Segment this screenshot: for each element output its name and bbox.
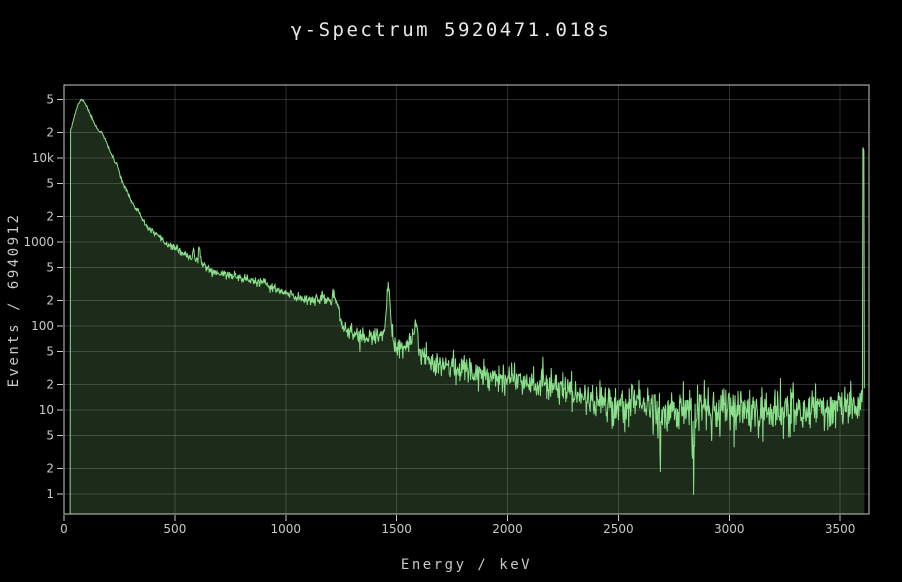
y-tick-label: 2 — [46, 294, 54, 308]
y-tick-label: 2 — [46, 126, 54, 140]
x-tick-label: 1500 — [381, 522, 412, 536]
x-tick-label: 1000 — [270, 522, 301, 536]
y-tick-label: 2 — [46, 378, 54, 392]
y-tick-label: 10k — [32, 151, 54, 165]
y-tick-label: 5 — [46, 176, 54, 190]
spectrum-plot: 0 500 1000 1500 2000 2500 3000 3500 1 2 5 10 2 5 100 2 5… — [0, 0, 902, 582]
x-axis-label: Energy / keV — [64, 557, 869, 573]
y-tick-label: 5 — [46, 428, 54, 442]
y-tick-label: 2 — [46, 462, 54, 476]
y-tick-label: 10 — [39, 403, 54, 417]
x-tick-label: 3000 — [714, 522, 745, 536]
spectrum-fill — [70, 99, 864, 514]
y-tick-label: 1 — [46, 487, 54, 501]
y-tick-label: 1000 — [23, 235, 54, 249]
x-tick-label: 3500 — [825, 522, 856, 536]
y-tick-label: 2 — [46, 210, 54, 224]
y-tick-label: 5 — [46, 344, 54, 358]
x-tick-label: 0 — [60, 522, 68, 536]
y-tick-label: 5 — [46, 92, 54, 106]
y-tick-label: 5 — [46, 260, 54, 274]
x-tick-label: 2500 — [603, 522, 634, 536]
spectrum-area — [70, 99, 864, 514]
y-axis-label: Events / 6940912 — [6, 213, 22, 388]
app-window: γ-Spectrum 5920471.018s 0500100015002000… — [0, 0, 902, 582]
x-tick-label: 500 — [163, 522, 186, 536]
y-tick-label: 100 — [31, 319, 54, 333]
x-tick-label: 2000 — [492, 522, 523, 536]
